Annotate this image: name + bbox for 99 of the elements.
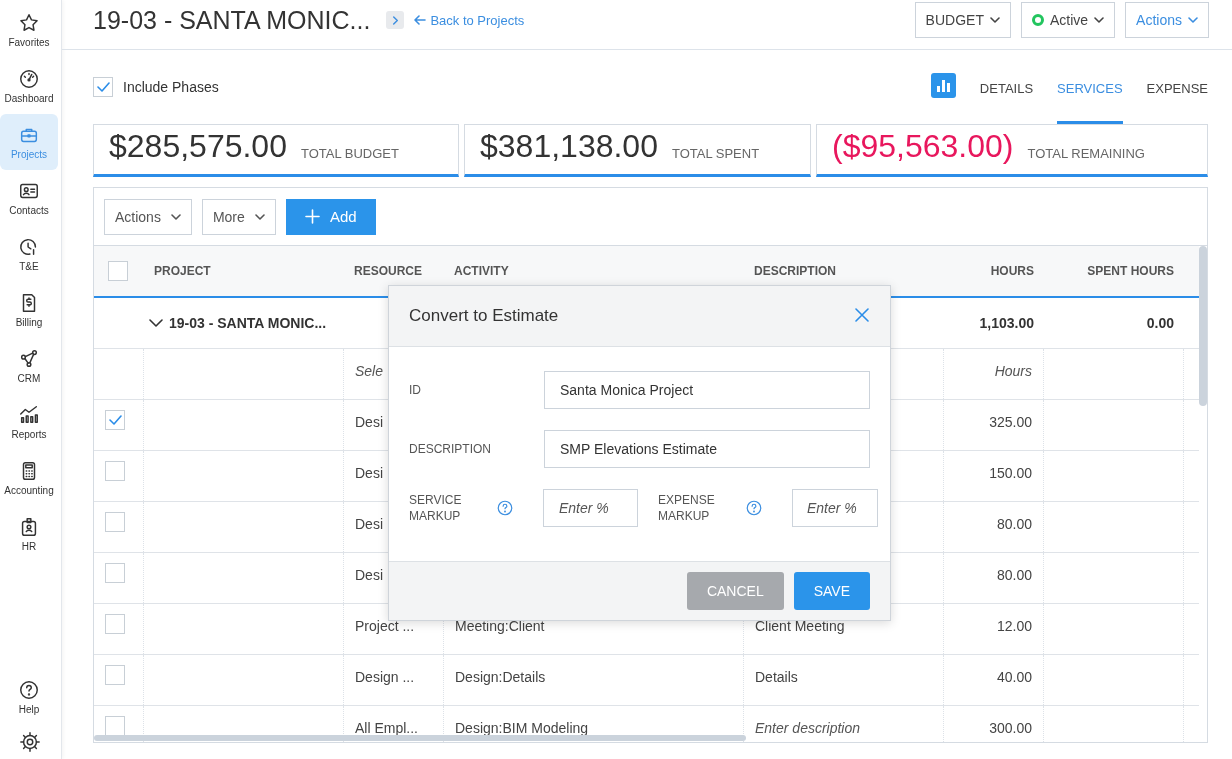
table-cell: 80.00 [996,516,1032,532]
table-cell: Details [755,669,798,685]
close-icon [855,308,869,322]
scrollbar-thumb[interactable] [94,735,746,741]
table-cell: Meeting:Client [455,618,545,634]
sidebar-item[interactable]: Billing [0,282,58,338]
summary-amount: $381,138.00 [480,128,658,164]
checkbox[interactable] [105,614,125,634]
caret-icon [989,17,1000,23]
back-link[interactable]: Back to Projects [414,12,525,28]
input-field[interactable]: Santa Monica Project [544,371,870,409]
checkbox[interactable] [105,512,125,532]
column-header: DESCRIPTION [753,264,837,278]
checkbox[interactable] [105,665,125,685]
table-cell: Desi [355,414,383,430]
summary-label: TOTAL SPENT [671,146,760,163]
column-header: RESOURCE [353,264,423,278]
sidebar-item[interactable]: HR [0,506,58,562]
input-field[interactable]: Enter % [792,489,878,527]
sidebar-item[interactable]: Dashboard [0,58,58,114]
input-field[interactable]: Enter % [543,489,638,527]
field-label: SERVICE MARKUP [409,492,463,524]
actions-dropdown[interactable]: Actions [104,198,192,235]
caret-icon [1094,17,1105,23]
sidebar-item[interactable]: Help [0,669,58,725]
input-field[interactable]: Hours [944,349,1044,399]
gauge-icon [18,68,40,90]
actions-dropdown[interactable]: Actions [1125,2,1209,38]
network-icon [18,348,40,370]
column-header: ACTIVITY [453,264,510,278]
input-field[interactable]: SMP Elevations Estimate [544,430,870,468]
checkbox[interactable] [93,77,113,97]
table-cell: Project ... [355,618,415,634]
group-name: 19-03 - SANTA MONIC... [169,315,327,331]
arrow-left-icon [414,15,427,25]
caret-icon [170,213,181,220]
view-dropdown[interactable]: BUDGET [914,2,1011,38]
table-cell: 150.00 [989,465,1032,481]
summary-label: TOTAL BUDGET [300,146,399,163]
dialog-title: Convert to Estimate [409,306,559,326]
table-cell: 1,103.00 [979,315,1034,331]
table-cell: 0.00 [1146,315,1174,331]
expand-button[interactable] [386,11,405,29]
summary-amount: $285,575.00 [109,128,287,164]
check-icon [96,82,110,92]
chart-button[interactable] [930,72,956,98]
star-icon [18,12,40,34]
close-button[interactable] [854,308,870,324]
checkbox[interactable] [105,461,125,481]
sidebar-item[interactable]: Accounting [0,450,58,506]
sidebar-item[interactable]: CRM [0,338,58,394]
tab[interactable]: EXPENSE [1146,50,1208,124]
bar-chart-icon [936,78,950,92]
column-header: HOURS [989,264,1035,278]
table-cell: 40.00 [996,669,1032,685]
input-field[interactable]: Enter description [744,706,944,742]
status-dropdown[interactable]: Active [1020,2,1116,38]
chevron-right-icon [390,14,400,26]
table-cell: Desi [355,516,383,532]
table-cell: 12.00 [996,618,1032,634]
table-cell: Desi [355,465,383,481]
help-icon [18,679,40,701]
page-title: 19-03 - SANTA MONIC... [93,5,371,35]
help-icon [745,499,763,517]
field-label: EXPENSE MARKUP [658,492,716,524]
sidebar-item[interactable]: T&E [0,226,58,282]
table-cell: Client Meeting [755,618,845,634]
field-label: ID [409,383,422,397]
check-icon [108,415,122,425]
column-header: SPENT HOURS [1086,264,1175,278]
checkbox[interactable] [105,410,125,430]
sidebar-item[interactable]: Favorites [0,2,58,58]
sidebar-item[interactable]: Contacts [0,170,58,226]
table-cell: 325.00 [989,414,1032,430]
table-cell: Design:Details [455,669,546,685]
help-icon [496,499,514,517]
more-dropdown[interactable]: More [201,198,276,235]
caret-icon [254,213,265,220]
column-header: PROJECT [153,264,212,278]
table-cell: 300.00 [989,720,1032,736]
settings-icon[interactable] [19,731,41,753]
field-label: DESCRIPTION [409,442,492,456]
checkbox-label: Include Phases [123,79,219,95]
summary-label: TOTAL REMAINING [1027,146,1145,163]
caret-icon [1188,17,1198,23]
table-cell: 80.00 [996,567,1032,583]
table-cell: All Empl... [355,720,418,736]
tab[interactable]: DETAILS [979,50,1034,124]
checkbox[interactable] [108,261,128,281]
table-cell: Design ... [355,669,415,685]
sidebar-item[interactable]: Reports [0,394,58,450]
table-cell: Desi [355,567,383,583]
bar-chart-icon [18,404,40,426]
scrollbar-thumb[interactable] [1199,246,1207,406]
checkbox[interactable] [105,716,125,736]
checkbox[interactable] [105,563,125,583]
plus-icon [304,209,320,224]
summary-amount: ($95,563.00) [832,128,1014,164]
table-cell: Design:BIM Modeling [455,720,589,736]
